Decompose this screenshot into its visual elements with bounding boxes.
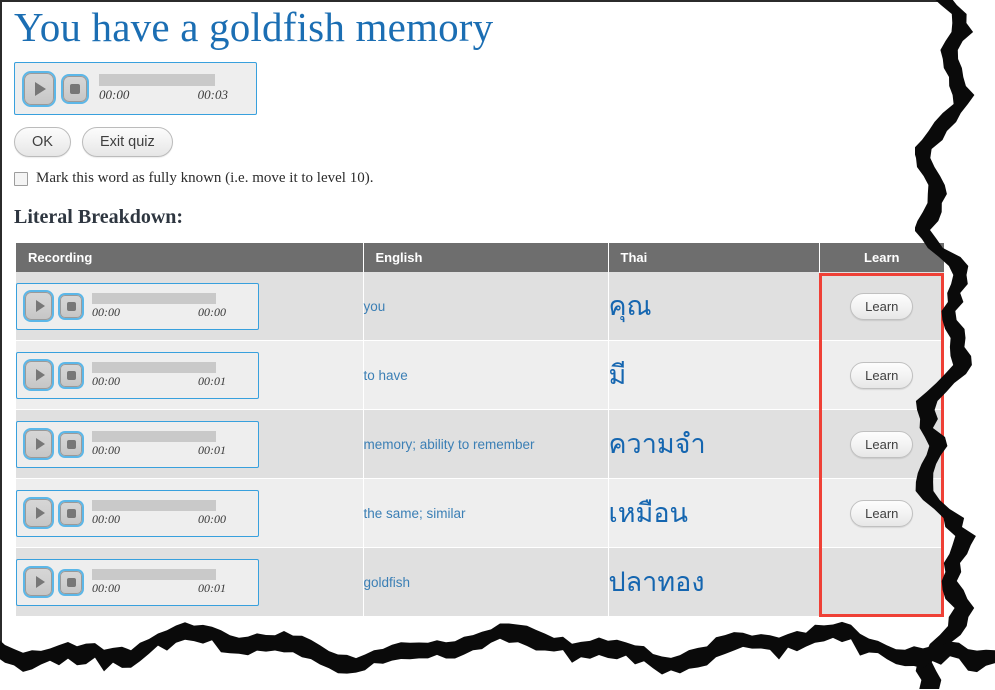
audio-duration: 00:00 [198,511,226,526]
audio-progress-bar[interactable] [92,568,216,580]
stop-icon[interactable] [60,501,82,525]
stop-icon[interactable] [63,75,87,102]
audio-current-time: 00:00 [92,580,120,595]
column-header-learn: Learn [819,243,944,273]
cell-english: to have [363,340,609,411]
quiz-page: You have a goldfish memory 00:00 00:03 O… [0,0,995,690]
row-audio-player[interactable]: 00:00 00:01 [16,351,259,399]
audio-progress: 00:00 00:03 [99,74,247,103]
cell-recording: 00:00 00:01 [16,547,364,618]
audio-progress: 00:00 00:01 [92,568,250,596]
cell-thai: ปลาทอง [608,547,820,618]
audio-progress: 00:00 00:00 [92,292,250,320]
play-icon[interactable] [25,499,52,528]
play-icon[interactable] [25,568,52,597]
table-row: 00:00 00:00 you คุณ Learn [16,272,944,342]
audio-progress: 00:00 00:01 [92,361,250,389]
cell-english: the same; similar [363,478,609,549]
torn-paper-bottom-edge [0,621,995,675]
audio-progress-bar[interactable] [92,361,216,373]
page-title: You have a goldfish memory [14,4,494,50]
row-audio-player[interactable]: 00:00 00:00 [16,489,259,537]
table-row: 00:00 00:01 goldfish ปลาทอง [16,547,944,618]
table-row: 00:00 00:01 to have มี Learn [16,340,944,411]
play-icon[interactable] [24,72,54,105]
stop-icon[interactable] [60,432,82,456]
breakdown-table-body: 00:00 00:00 you คุณ Learn 00:00 00:01 to have มี… [16,272,944,618]
play-icon[interactable] [25,292,52,321]
audio-duration: 00:01 [198,442,226,457]
table-row: 00:00 00:00 the same; similar เหมือน Learn [16,478,944,549]
play-icon[interactable] [25,430,52,459]
audio-progress-bar[interactable] [92,292,216,304]
audio-current-time: 00:00 [99,87,130,103]
cell-recording: 00:00 00:01 [16,409,364,480]
row-audio-player[interactable]: 00:00 00:01 [16,420,259,468]
column-header-thai: Thai [608,243,820,273]
table-header-row: Recording English Thai Learn [16,243,944,273]
audio-duration: 00:01 [198,373,226,388]
audio-progress: 00:00 00:01 [92,430,250,458]
cell-recording: 00:00 00:01 [16,340,364,411]
cell-thai: ความจำ [608,409,820,480]
mark-known-checkbox[interactable] [14,171,28,186]
cell-learn: Learn [819,340,944,411]
cell-english: you [363,272,609,342]
mark-known-row: Mark this word as fully known (i.e. move… [14,170,950,187]
cell-thai: คุณ [608,272,820,342]
audio-progress: 00:00 00:00 [92,499,250,527]
cell-thai: มี [608,340,820,411]
cell-recording: 00:00 00:00 [16,272,364,342]
audio-duration: 00:03 [197,87,228,103]
cell-english: memory; ability to remember [363,409,609,480]
cell-english: goldfish [363,547,609,618]
learn-button[interactable]: Learn [850,361,914,389]
mark-known-label: Mark this word as fully known (i.e. move… [36,170,374,187]
breakdown-table-wrapper: Recording English Thai Learn 00:00 00:00 y… [16,243,944,618]
cell-learn: Learn [819,478,944,549]
cell-recording: 00:00 00:00 [16,478,364,549]
table-row: 00:00 00:01 memory; ability to remember ควา… [16,409,944,480]
audio-current-time: 00:00 [92,511,120,526]
stop-icon[interactable] [60,294,82,318]
cell-learn: Learn [819,272,944,342]
learn-button[interactable]: Learn [850,499,914,527]
learn-button[interactable]: Learn [850,292,914,320]
cell-thai: เหมือน [608,478,820,549]
audio-progress-bar[interactable] [92,430,216,442]
ok-button[interactable]: OK [14,127,71,158]
play-icon[interactable] [25,361,52,390]
column-header-english: English [363,243,609,273]
main-audio-player[interactable]: 00:00 00:03 [14,62,257,116]
column-header-recording: Recording [16,243,364,273]
audio-current-time: 00:00 [92,442,120,457]
literal-breakdown-heading: Literal Breakdown: [14,206,184,229]
audio-progress-bar[interactable] [92,499,216,511]
audio-current-time: 00:00 [92,304,120,319]
row-audio-player[interactable]: 00:00 00:00 [16,282,259,330]
row-audio-player[interactable]: 00:00 00:01 [16,558,259,606]
exit-quiz-button[interactable]: Exit quiz [81,127,173,158]
audio-duration: 00:01 [198,580,226,595]
stop-icon[interactable] [60,570,82,594]
breakdown-table: Recording English Thai Learn 00:00 00:00 y… [16,243,944,618]
action-buttons: OK Exit quiz [14,127,950,158]
learn-button[interactable]: Learn [850,430,914,458]
audio-current-time: 00:00 [92,373,120,388]
stop-icon[interactable] [60,363,82,387]
page-content: You have a goldfish memory 00:00 00:03 O… [0,0,950,618]
cell-learn: Learn [819,409,944,480]
audio-duration: 00:00 [198,304,226,319]
cell-learn [819,547,944,618]
audio-progress-bar[interactable] [99,74,215,87]
